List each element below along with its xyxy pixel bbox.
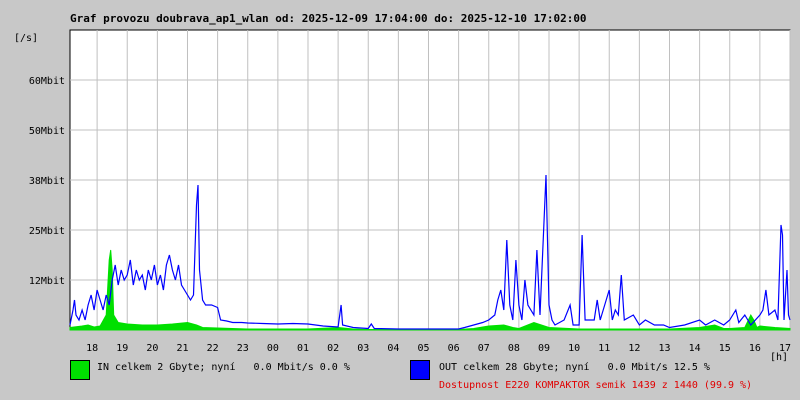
out-legend-text: OUT celkem 28 Gbyte; nyní 0.0 Mbit/s 12.… bbox=[439, 362, 710, 373]
in-legend-text: IN celkem 2 Gbyte; nyní 0.0 Mbit/s 0.0 % bbox=[97, 362, 350, 373]
x-tick-label: 21 bbox=[176, 343, 188, 354]
y-tick-label: 12Mbit bbox=[29, 276, 65, 287]
x-tick-label: 04 bbox=[387, 343, 399, 354]
y-tick-label: 38Mbit bbox=[29, 176, 65, 187]
x-tick-label: 22 bbox=[207, 343, 219, 354]
chart-title: Graf provozu doubrava_ap1_wlan od: 2025-… bbox=[70, 12, 587, 25]
x-tick-label: 15 bbox=[719, 343, 731, 354]
out-legend-swatch bbox=[410, 360, 430, 380]
y-tick-label: 25Mbit bbox=[29, 226, 65, 237]
y-tick-label: 50Mbit bbox=[29, 126, 65, 137]
traffic-chart: Graf provozu doubrava_ap1_wlan od: 2025-… bbox=[14, 12, 791, 363]
x-tick-label: 23 bbox=[237, 343, 249, 354]
x-tick-label: 13 bbox=[658, 343, 670, 354]
x-tick-label: 12 bbox=[628, 343, 640, 354]
x-tick-label: 06 bbox=[448, 343, 460, 354]
x-tick-label: 11 bbox=[598, 343, 610, 354]
x-tick-label: 16 bbox=[749, 343, 761, 354]
x-tick-label: 03 bbox=[357, 343, 369, 354]
x-tick-label: 17 bbox=[779, 343, 791, 354]
x-tick-label: 08 bbox=[508, 343, 520, 354]
x-tick-label: 05 bbox=[417, 343, 429, 354]
in-legend-swatch bbox=[70, 360, 90, 380]
x-tick-label: 09 bbox=[538, 343, 550, 354]
x-tick-label: 19 bbox=[116, 343, 128, 354]
y-tick-label: 60Mbit bbox=[29, 76, 65, 87]
x-tick-label: 00 bbox=[267, 343, 279, 354]
x-tick-label: 01 bbox=[297, 343, 309, 354]
y-axis-unit-label: [/s] bbox=[14, 33, 38, 44]
x-tick-label: 02 bbox=[327, 343, 339, 354]
x-tick-label: 18 bbox=[86, 343, 98, 354]
x-tick-label: 20 bbox=[146, 343, 158, 354]
x-tick-label: 14 bbox=[689, 343, 701, 354]
x-tick-label: 07 bbox=[478, 343, 490, 354]
x-tick-label: 10 bbox=[568, 343, 580, 354]
availability-text: Dostupnost E220 KOMPAKTOR semik 1439 z 1… bbox=[439, 380, 753, 391]
